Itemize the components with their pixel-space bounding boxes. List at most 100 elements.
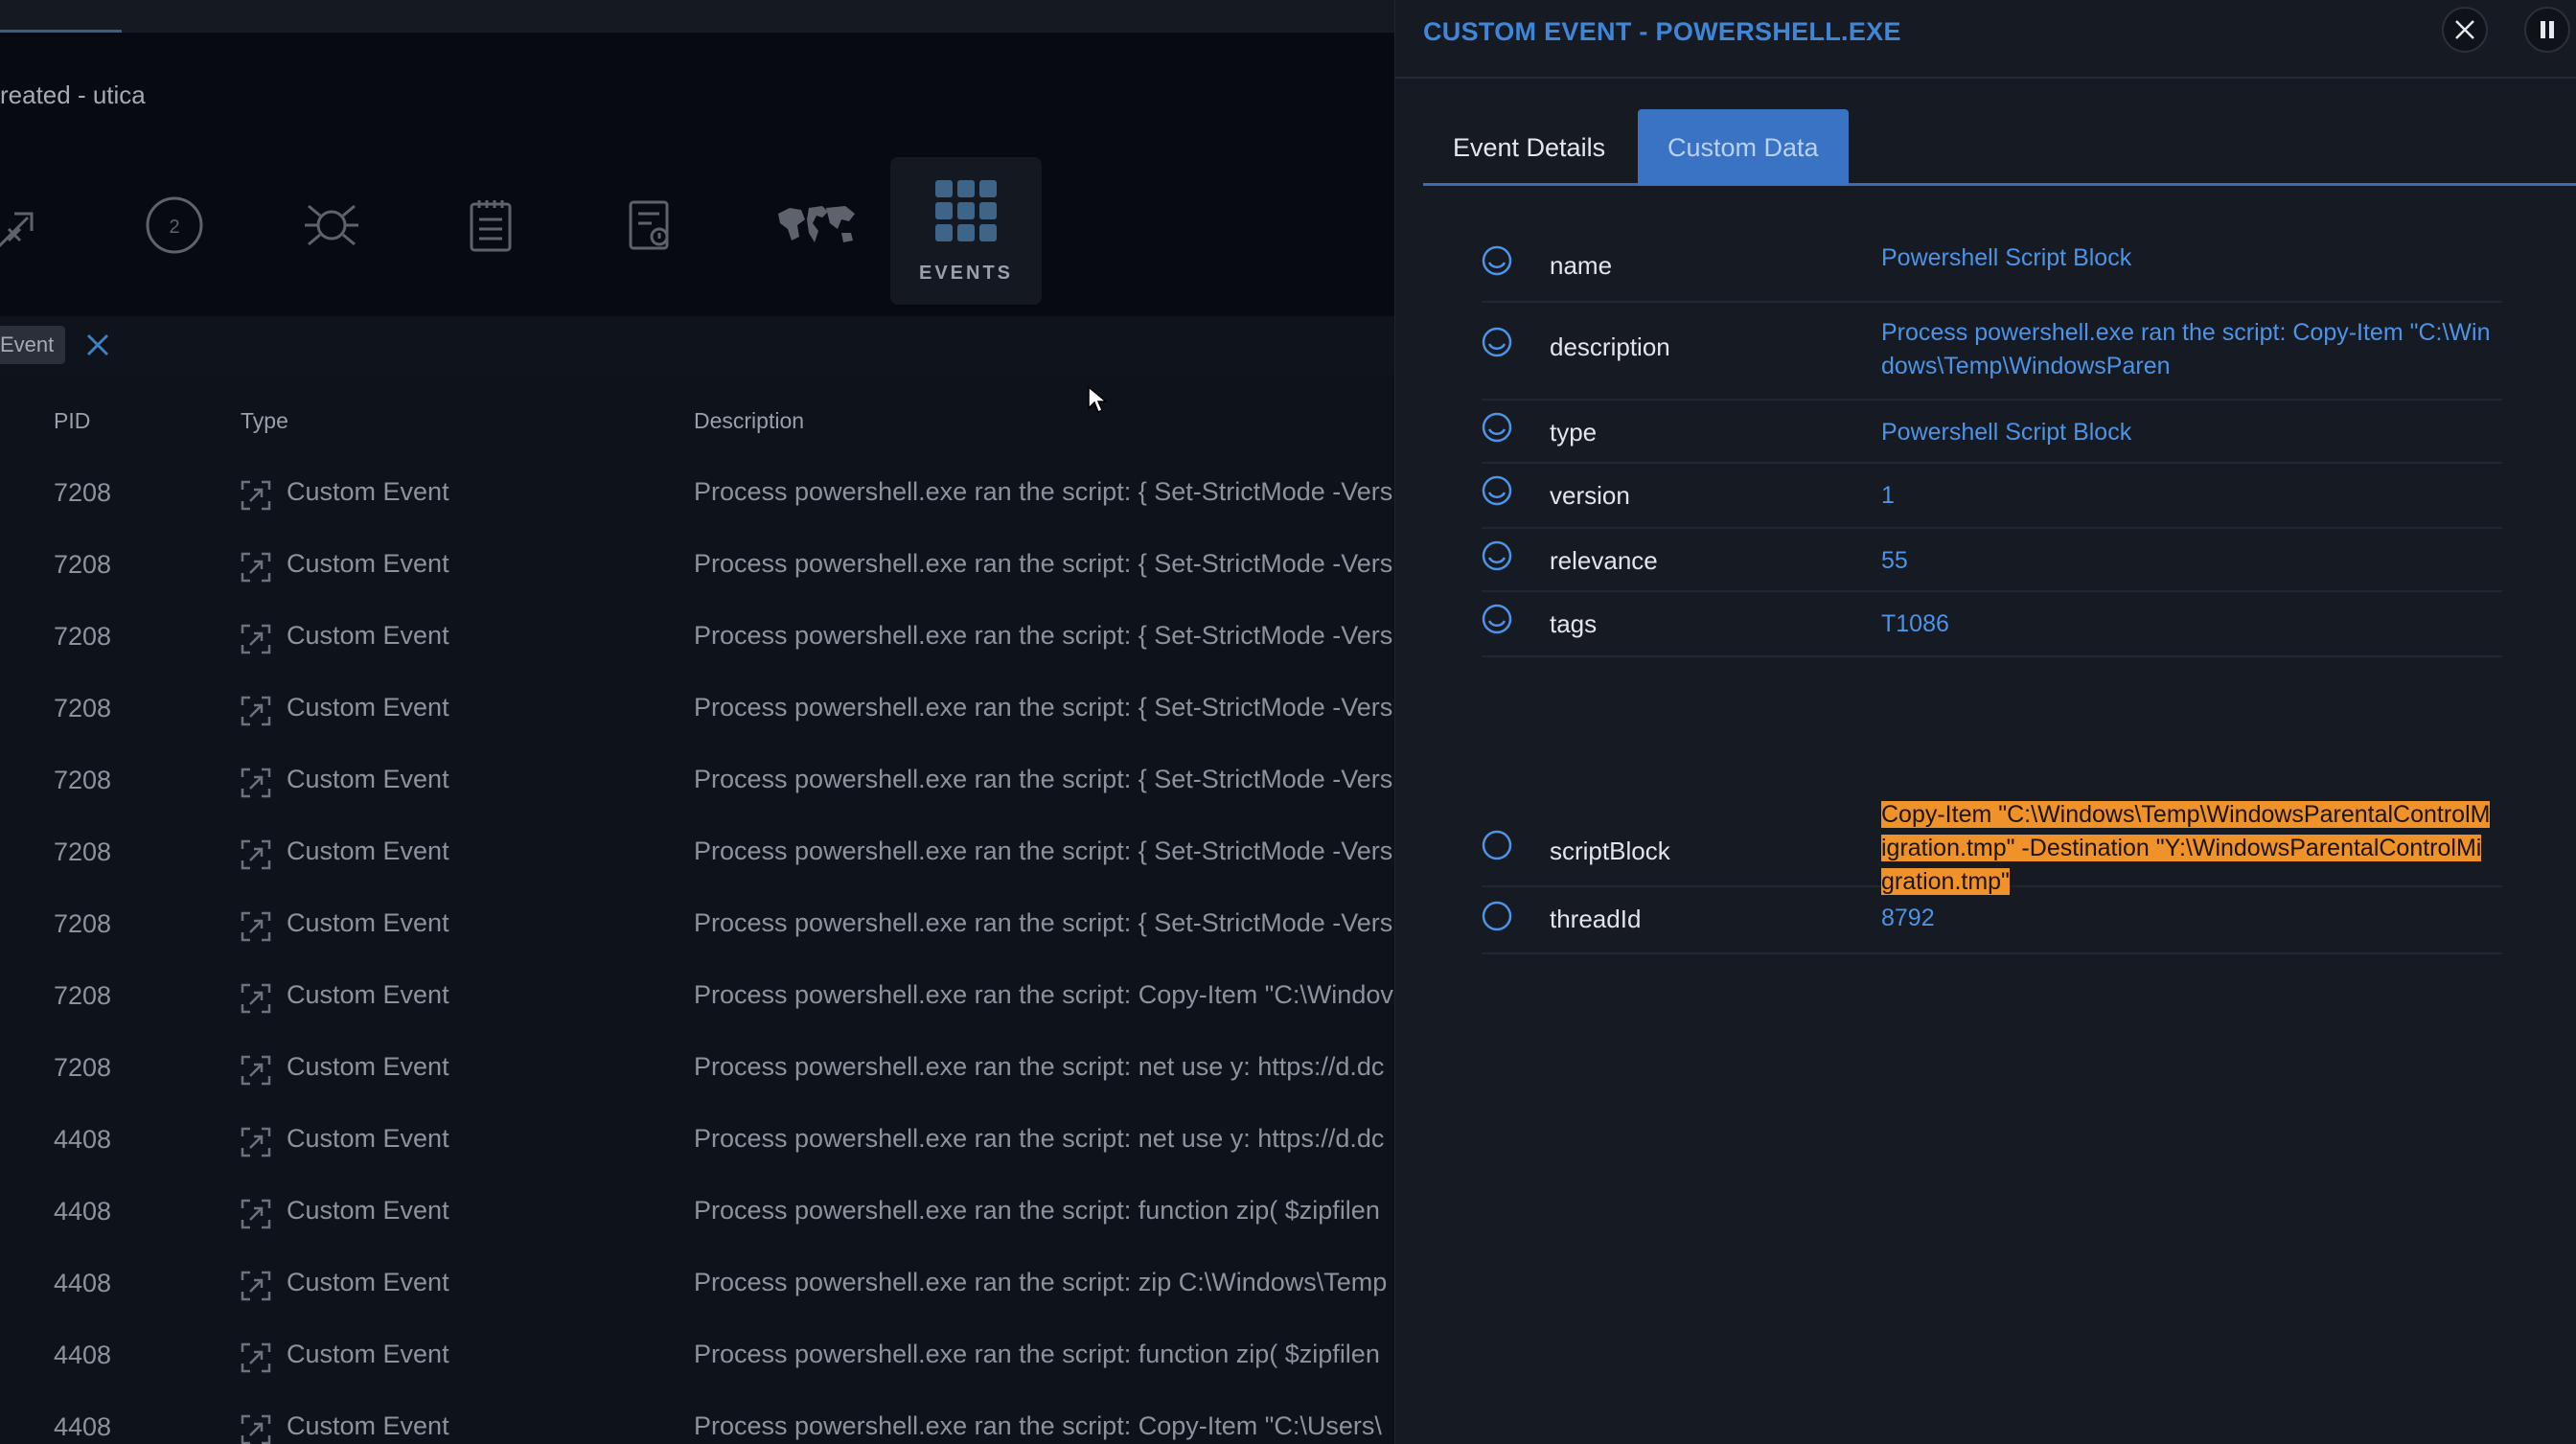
table-row[interactable]: 7208 Custom Event Process powershell.exe r… — [0, 745, 1394, 816]
table-row[interactable]: 4408 Custom Event Process powershell.exe r… — [0, 1104, 1394, 1176]
row-type: Custom Event — [287, 1052, 449, 1081]
filter-chip[interactable]: Event — [0, 326, 66, 364]
row-pid: 7208 — [54, 622, 112, 651]
process-count-icon[interactable]: 2 — [141, 192, 208, 259]
events-pane: reated - utica 2 EVENTS Event PID Type D… — [0, 0, 1394, 1444]
clear-filter-icon[interactable] — [82, 330, 113, 360]
property-key: description — [1550, 332, 1670, 361]
row-pid: 4408 — [54, 1341, 112, 1369]
row-type: Custom Event — [287, 693, 449, 722]
row-pid: 7208 — [54, 837, 112, 866]
row-pid: 7208 — [54, 1053, 112, 1082]
custom-event-icon — [241, 624, 271, 654]
select-radio-icon[interactable] — [1482, 830, 1512, 860]
property-row: scriptBlock Copy-Item "C:\Windows\Temp\Wi… — [1482, 657, 2502, 895]
row-description: Process powershell.exe ran the script: {… — [694, 908, 1393, 937]
pause-button[interactable] — [2524, 7, 2570, 53]
custom-event-icon — [241, 1342, 271, 1373]
property-value: Process powershell.exe ran the script: C… — [1881, 319, 2491, 379]
row-description: Process powershell.exe ran the script: {… — [694, 549, 1393, 578]
table-row[interactable]: 7208 Custom Event Process powershell.exe r… — [0, 1032, 1394, 1104]
table-row[interactable]: 4408 Custom Event Process powershell.exe r… — [0, 1248, 1394, 1319]
property-row: version 1 — [1482, 464, 2502, 529]
property-key: tags — [1550, 609, 1598, 638]
table-row[interactable]: 7208 Custom Event Process powershell.exe r… — [0, 888, 1394, 960]
property-key: type — [1550, 418, 1598, 447]
table-row[interactable]: 7208 Custom Event Process powershell.exe r… — [0, 816, 1394, 888]
property-key: version — [1550, 481, 1630, 510]
row-pid: 7208 — [54, 550, 112, 579]
select-radio-icon[interactable] — [1482, 327, 1512, 357]
select-radio-icon[interactable] — [1482, 412, 1512, 443]
row-description: Process powershell.exe ran the script: f… — [694, 1340, 1380, 1368]
custom-event-icon — [241, 1055, 271, 1086]
tab-custom-data[interactable]: Custom Data — [1638, 109, 1849, 186]
pause-icon — [2541, 21, 2554, 38]
row-description: Process powershell.exe ran the script: {… — [694, 693, 1393, 722]
row-pid: 4408 — [54, 1197, 112, 1226]
select-radio-icon[interactable] — [1482, 245, 1512, 276]
table-row[interactable]: 4408 Custom Event Process powershell.exe r… — [0, 1176, 1394, 1248]
row-description: Process powershell.exe ran the script: n… — [694, 1052, 1385, 1081]
column-header-type[interactable]: Type — [241, 408, 288, 434]
notes-icon[interactable] — [457, 192, 524, 259]
row-description: Process powershell.exe ran the script: z… — [694, 1268, 1388, 1296]
table-row[interactable]: 7208 Custom Event Process powershell.exe r… — [0, 960, 1394, 1032]
close-icon — [2455, 20, 2474, 39]
custom-event-icon — [241, 768, 271, 798]
table-row[interactable]: 7208 Custom Event Process powershell.exe r… — [0, 601, 1394, 673]
select-radio-icon[interactable] — [1482, 540, 1512, 571]
row-type: Custom Event — [287, 980, 449, 1009]
custom-event-icon — [241, 1199, 271, 1229]
custom-event-icon — [241, 839, 271, 870]
row-type: Custom Event — [287, 1196, 449, 1225]
row-description: Process powershell.exe ran the script: {… — [694, 765, 1393, 793]
table-row[interactable]: 7208 Custom Event Process powershell.exe r… — [0, 529, 1394, 601]
row-type: Custom Event — [287, 477, 449, 506]
world-map-icon[interactable] — [772, 192, 859, 259]
row-description: Process powershell.exe ran the script: {… — [694, 837, 1393, 865]
custom-event-icon — [241, 911, 271, 942]
table-row[interactable]: 7208 Custom Event Process powershell.exe r… — [0, 673, 1394, 745]
row-pid: 4408 — [54, 1412, 112, 1441]
process-count: 2 — [169, 217, 179, 238]
select-radio-icon[interactable] — [1482, 475, 1512, 506]
drawer-title: CUSTOM EVENT - POWERSHELL.EXE — [1423, 17, 1901, 46]
events-tab[interactable]: EVENTS — [890, 157, 1042, 305]
select-radio-icon[interactable] — [1482, 604, 1512, 634]
tab-event-details[interactable]: Event Details — [1423, 109, 1635, 186]
filter-bar — [0, 316, 1394, 374]
custom-event-icon — [241, 1271, 271, 1301]
select-radio-icon[interactable] — [1482, 901, 1512, 931]
row-pid: 7208 — [54, 981, 112, 1010]
virus-icon[interactable] — [298, 192, 365, 259]
row-type: Custom Event — [287, 765, 449, 793]
table-row[interactable]: 7208 Custom Event Process powershell.exe r… — [0, 457, 1394, 529]
row-description: Process powershell.exe ran the script: n… — [694, 1124, 1385, 1153]
column-header-description[interactable]: Description — [694, 408, 804, 434]
table-row[interactable]: 4408 Custom Event Process powershell.exe r… — [0, 1391, 1394, 1444]
property-value: 55 — [1881, 547, 1908, 574]
row-type: Custom Event — [287, 549, 449, 578]
row-pid: 4408 — [54, 1269, 112, 1297]
row-pid: 7208 — [54, 766, 112, 794]
property-row: type Powershell Script Block — [1482, 401, 2502, 464]
close-drawer-button[interactable] — [2442, 7, 2488, 53]
property-row: relevance 55 — [1482, 529, 2502, 592]
custom-event-icon — [241, 983, 271, 1014]
property-row: name Powershell Script Block — [1482, 226, 2502, 303]
row-pid: 7208 — [54, 478, 112, 507]
column-header-pid[interactable]: PID — [54, 408, 90, 434]
report-icon[interactable] — [616, 192, 683, 259]
property-value: Powershell Script Block — [1881, 419, 2132, 446]
row-description: Process powershell.exe ran the script: C… — [694, 1411, 1382, 1440]
custom-event-icon — [241, 1414, 271, 1444]
property-key: relevance — [1550, 546, 1658, 575]
mouse-cursor-icon — [1088, 385, 1108, 414]
highlighted-value: Copy-Item "C:\Windows\Temp\WindowsParent… — [1881, 801, 2491, 895]
network-icon[interactable] — [0, 192, 54, 259]
row-pid: 4408 — [54, 1125, 112, 1154]
table-row[interactable]: 4408 Custom Event Process powershell.exe r… — [0, 1319, 1394, 1391]
app-window: reated - utica 2 EVENTS Event PID Type D… — [0, 0, 2576, 1444]
property-row: tags T1086 — [1482, 592, 2502, 657]
